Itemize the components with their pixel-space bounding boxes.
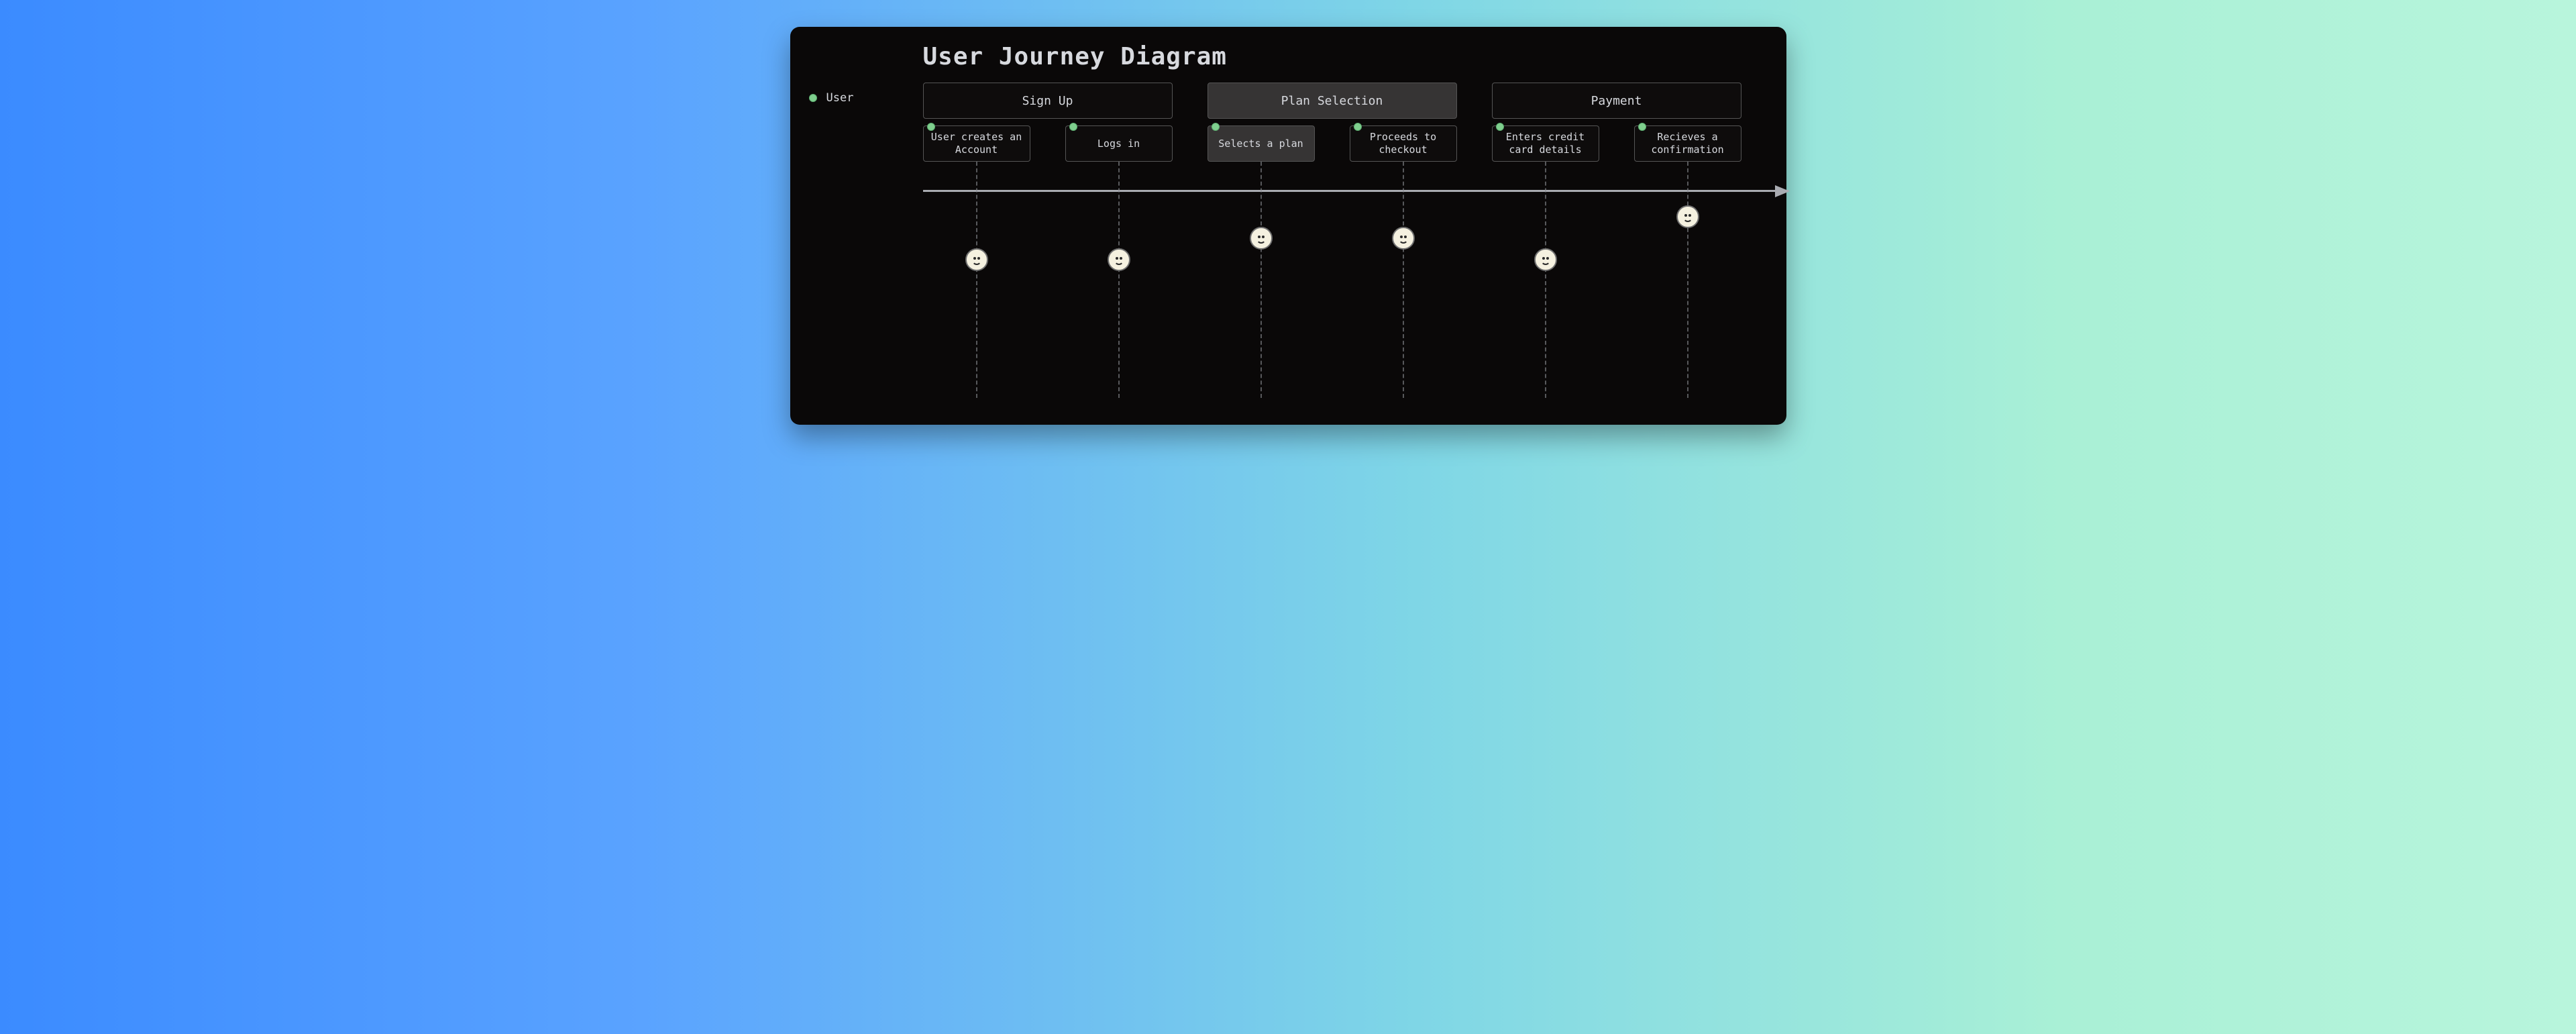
legend-dot-icon (809, 94, 817, 102)
section-label: Plan Selection (1281, 94, 1383, 108)
task-label: Proceeds to checkout (1357, 131, 1450, 156)
actor-dot-icon (1496, 123, 1504, 131)
actor-dot-icon (1069, 123, 1077, 131)
task-guideline (1403, 162, 1404, 398)
task-box: Proceeds to checkout (1350, 125, 1457, 162)
mood-face-icon (1392, 227, 1415, 250)
mood-face-icon (1108, 248, 1130, 271)
legend-label: User (826, 91, 854, 105)
mood-face-icon (1250, 227, 1273, 250)
journey-diagram: Sign Up Plan Selection Payment User create… (923, 83, 1775, 398)
section-label: Sign Up (1022, 94, 1073, 108)
sections-row: Sign Up Plan Selection Payment (923, 83, 1741, 119)
diagram-title: User Journey Diagram (923, 43, 1768, 70)
task-label: Recieves a confirmation (1642, 131, 1734, 156)
actor-dot-icon (1212, 123, 1220, 131)
legend: User (809, 91, 854, 105)
task-guideline (1118, 162, 1120, 398)
task-label: User creates an Account (930, 131, 1023, 156)
actor-dot-icon (927, 123, 935, 131)
section-box: Payment (1492, 83, 1741, 119)
task-label: Selects a plan (1218, 138, 1303, 150)
diagram-panel: User Journey Diagram User Sign Up Plan Se… (790, 27, 1786, 425)
task-guideline (1687, 162, 1688, 398)
task-label: Enters credit card details (1499, 131, 1592, 156)
mood-face-icon (965, 248, 988, 271)
mood-face-icon (1534, 248, 1557, 271)
task-guideline (976, 162, 977, 398)
actor-dot-icon (1354, 123, 1362, 131)
mood-face-icon (1676, 205, 1699, 228)
actor-dot-icon (1638, 123, 1646, 131)
section-box: Sign Up (923, 83, 1173, 119)
task-box: Recieves a confirmation (1634, 125, 1741, 162)
section-label: Payment (1591, 94, 1642, 108)
timeline-axis (923, 190, 1788, 192)
task-box: User creates an Account (923, 125, 1030, 162)
task-box: Selects a plan (1208, 125, 1315, 162)
section-box: Plan Selection (1208, 83, 1457, 119)
task-box: Enters credit card details (1492, 125, 1599, 162)
task-box: Logs in (1065, 125, 1173, 162)
task-label: Logs in (1097, 138, 1140, 150)
task-guideline (1260, 162, 1262, 398)
task-guideline (1545, 162, 1546, 398)
